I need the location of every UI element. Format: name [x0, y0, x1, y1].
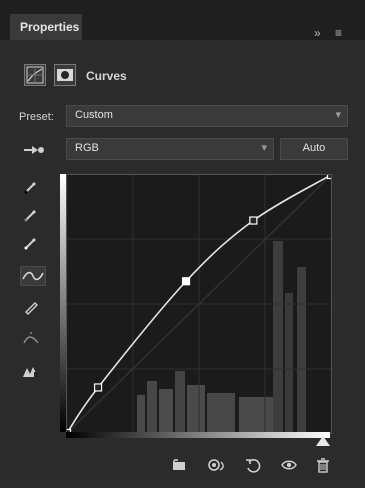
gray-point-eyedropper-icon[interactable]	[22, 206, 40, 224]
auto-button[interactable]: Auto	[280, 138, 348, 160]
adjustment-title: Curves	[86, 69, 127, 83]
clipping-warning-icon[interactable]	[22, 362, 40, 380]
on-image-adjust-icon[interactable]	[22, 143, 46, 157]
preset-value: Custom	[75, 109, 113, 121]
input-gradient-bar	[66, 432, 330, 438]
preset-label: Preset:	[19, 111, 54, 123]
channel-value: RGB	[75, 142, 99, 154]
white-point-eyedropper-icon[interactable]	[22, 234, 40, 252]
curve-point[interactable]	[93, 383, 103, 392]
properties-tab-label: Properties	[20, 20, 80, 34]
white-point-slider-icon[interactable]	[316, 436, 330, 446]
histogram	[137, 241, 306, 433]
menu-icon[interactable]: ≡	[335, 26, 342, 40]
visibility-icon[interactable]	[280, 456, 298, 474]
properties-panel: Properties » ≡ Curves Preset: Custom ▾ R…	[0, 0, 365, 488]
curve-svg[interactable]	[62, 170, 336, 438]
curves-graph[interactable]	[62, 170, 336, 438]
channel-dropdown[interactable]: RGB ▾	[66, 138, 274, 160]
pencil-tool-icon[interactable]	[22, 298, 40, 316]
preset-dropdown[interactable]: Custom ▾	[66, 105, 348, 127]
curve-point-tool-icon[interactable]	[20, 266, 46, 286]
black-point-eyedropper-icon[interactable]	[22, 178, 40, 196]
curve-point[interactable]	[249, 216, 258, 225]
trash-icon[interactable]	[314, 456, 332, 474]
collapse-panel-icon[interactable]: »	[314, 26, 321, 40]
panel-header: Properties » ≡	[0, 0, 365, 40]
properties-tab[interactable]: Properties	[10, 14, 82, 40]
curve-point[interactable]	[326, 170, 336, 180]
reset-icon[interactable]	[244, 456, 262, 474]
view-previous-icon[interactable]	[204, 456, 228, 474]
chevron-down-icon: ▾	[335, 109, 341, 121]
mask-icon[interactable]	[54, 64, 76, 86]
clip-to-layer-icon[interactable]	[170, 456, 188, 474]
smooth-curve-icon[interactable]	[22, 330, 40, 348]
chevron-down-icon: ▾	[261, 142, 267, 154]
auto-button-label: Auto	[302, 142, 326, 154]
curves-adjustment-icon	[24, 64, 46, 86]
curve-point[interactable]	[181, 277, 191, 286]
